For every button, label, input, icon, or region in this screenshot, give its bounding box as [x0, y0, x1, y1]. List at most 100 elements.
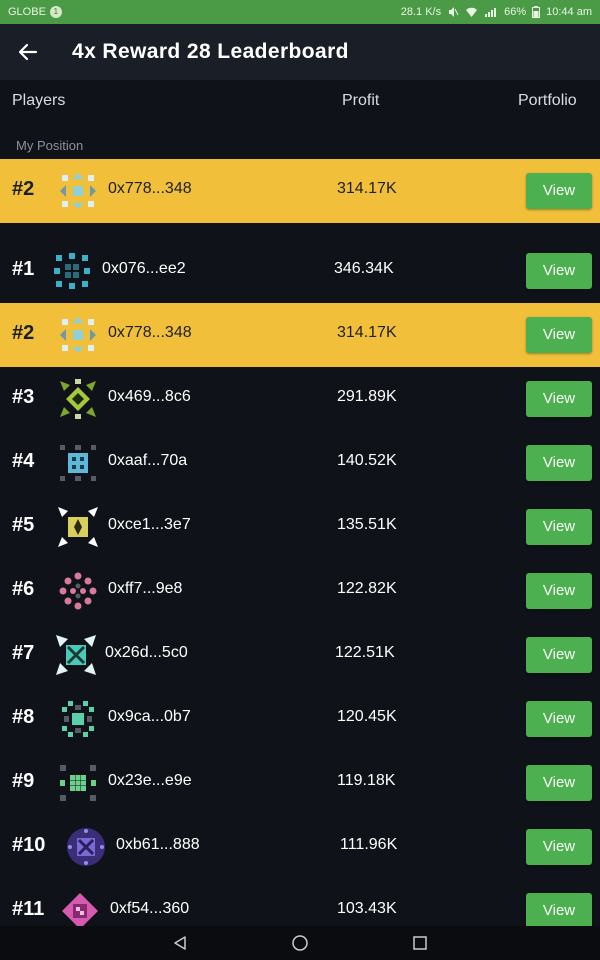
profit-value: 346.34K — [334, 260, 394, 277]
view-portfolio-button[interactable]: View — [526, 637, 592, 673]
leaderboard-row: #6 0xff7...9e8 122.82K View — [0, 559, 600, 623]
leaderboard-row: #8 0x9ca...0b7 120.45K View — [0, 687, 600, 751]
rank: #8 — [12, 706, 35, 728]
rank: #1 — [12, 258, 35, 280]
rank: #6 — [12, 578, 35, 600]
wifi-icon — [466, 7, 478, 17]
leaderboard-row: #10 0xb61...888 111.96K View — [0, 815, 600, 879]
profit-value: 103.43K — [337, 900, 397, 917]
profit-value: 111.96K — [340, 836, 398, 853]
view-portfolio-button[interactable]: View — [526, 829, 592, 865]
view-portfolio-button[interactable]: View — [526, 893, 592, 926]
portfolio-column-header: Portfolio — [518, 92, 577, 109]
view-portfolio-button[interactable]: View — [526, 317, 592, 353]
system-nav-bar — [0, 926, 600, 960]
profit-column-header: Profit — [342, 92, 380, 109]
nav-recents-button[interactable] — [400, 928, 440, 958]
signal-icon — [485, 7, 497, 17]
player-address: 0x778...348 — [108, 324, 192, 341]
player-address: 0xaaf...70a — [108, 452, 188, 469]
view-portfolio-button[interactable]: View — [526, 509, 592, 545]
identicon-avatar — [60, 765, 96, 801]
players-column-header: Players — [12, 92, 66, 109]
identicon-avatar — [60, 173, 96, 209]
view-portfolio-button[interactable]: View — [526, 253, 592, 289]
player-address: 0x469...8c6 — [108, 388, 191, 405]
nav-back-button[interactable] — [160, 928, 200, 958]
rank: #7 — [12, 642, 35, 664]
leaderboard-row: #2 0x778...348 314.17K View — [0, 303, 600, 367]
player-address: 0x9ca...0b7 — [108, 708, 191, 725]
rank: #5 — [12, 514, 35, 536]
view-portfolio-button[interactable]: View — [526, 445, 592, 481]
profit-value: 135.51K — [337, 516, 397, 533]
identicon-avatar — [62, 893, 98, 926]
view-portfolio-button[interactable]: View — [526, 701, 592, 737]
profit-value: 314.17K — [337, 180, 397, 197]
leaderboard-row: #4 0xaaf...70a 140.52K View — [0, 431, 600, 495]
status-bar: GLOBE 1 28.1 K/s 66% 10:44 am — [0, 0, 600, 24]
battery-percent: 66% — [504, 6, 527, 18]
player-address: 0x076...ee2 — [102, 260, 186, 277]
leaderboard-row: #3 0x469...8c6 291.89K View — [0, 367, 600, 431]
identicon-avatar — [60, 379, 96, 419]
player-address: 0x778...348 — [108, 180, 192, 197]
arrow-left-icon — [18, 43, 38, 61]
identicon-avatar — [60, 317, 96, 353]
rank: #10 — [12, 834, 46, 856]
profit-value: 314.17K — [337, 324, 397, 341]
column-header: Players Profit Portfolio — [0, 80, 600, 122]
identicon-avatar — [60, 445, 96, 481]
triangle-back-icon — [174, 936, 186, 950]
rank: #2 — [12, 322, 35, 344]
square-recents-icon — [413, 936, 427, 950]
identicon-avatar — [56, 635, 96, 675]
view-portfolio-button[interactable]: View — [526, 765, 592, 801]
player-address: 0x23e...e9e — [108, 772, 192, 789]
player-address: 0x26d...5c0 — [105, 644, 188, 661]
identicon-avatar — [67, 828, 105, 866]
rank: #3 — [12, 386, 35, 408]
identicon-avatar — [58, 507, 98, 547]
identicon-avatar — [59, 572, 97, 610]
rank: #4 — [12, 450, 35, 472]
profit-value: 120.45K — [337, 708, 397, 725]
view-portfolio-button[interactable]: View — [526, 573, 592, 609]
leaderboard-row: #9 0x23e...e9e 119.18K View — [0, 751, 600, 815]
view-portfolio-button[interactable]: View — [526, 381, 592, 417]
clock: 10:44 am — [546, 6, 592, 18]
status-right: 28.1 K/s 66% 10:44 am — [401, 6, 592, 18]
status-left: GLOBE 1 — [8, 6, 62, 18]
view-portfolio-button[interactable]: View — [526, 173, 592, 209]
profit-value: 122.51K — [335, 644, 395, 661]
leaderboard-row: #5 0xce1...3e7 135.51K View — [0, 495, 600, 559]
player-address: 0xf54...360 — [110, 900, 190, 917]
carrier-label: GLOBE — [8, 6, 46, 18]
sim-icon: 1 — [49, 6, 62, 18]
circle-home-icon — [292, 935, 308, 951]
nav-home-button[interactable] — [280, 928, 320, 958]
player-address: 0xce1...3e7 — [108, 516, 191, 533]
profit-value: 119.18K — [337, 772, 396, 789]
my-position-label: My Position — [16, 138, 84, 153]
profit-value: 291.89K — [337, 388, 397, 405]
profit-value: 140.52K — [337, 452, 397, 469]
battery-icon — [532, 6, 541, 18]
player-address: 0xb61...888 — [116, 836, 200, 853]
rank: #9 — [12, 770, 35, 792]
profit-value: 122.82K — [337, 580, 397, 597]
player-address: 0xff7...9e8 — [108, 580, 183, 597]
leaderboard-row: #11 0xf54...360 103.43K View — [0, 879, 600, 926]
rank: #11 — [12, 898, 45, 920]
network-speed: 28.1 K/s — [400, 6, 442, 18]
mute-icon — [449, 7, 459, 17]
rank: #2 — [12, 178, 35, 200]
leaderboard-row: #1 0x076...ee2 346.34K View — [0, 239, 600, 303]
app-bar: 4x Reward 28 Leaderboard — [0, 24, 600, 80]
identicon-avatar — [54, 253, 90, 289]
my-position-row: #2 0x778...348 314.17K View — [0, 159, 600, 223]
page-title: 4x Reward 28 Leaderboard — [72, 40, 349, 63]
back-button[interactable] — [0, 24, 56, 80]
leaderboard-row: #7 0x26d...5c0 122.51K View — [0, 623, 600, 687]
identicon-avatar — [62, 701, 94, 737]
